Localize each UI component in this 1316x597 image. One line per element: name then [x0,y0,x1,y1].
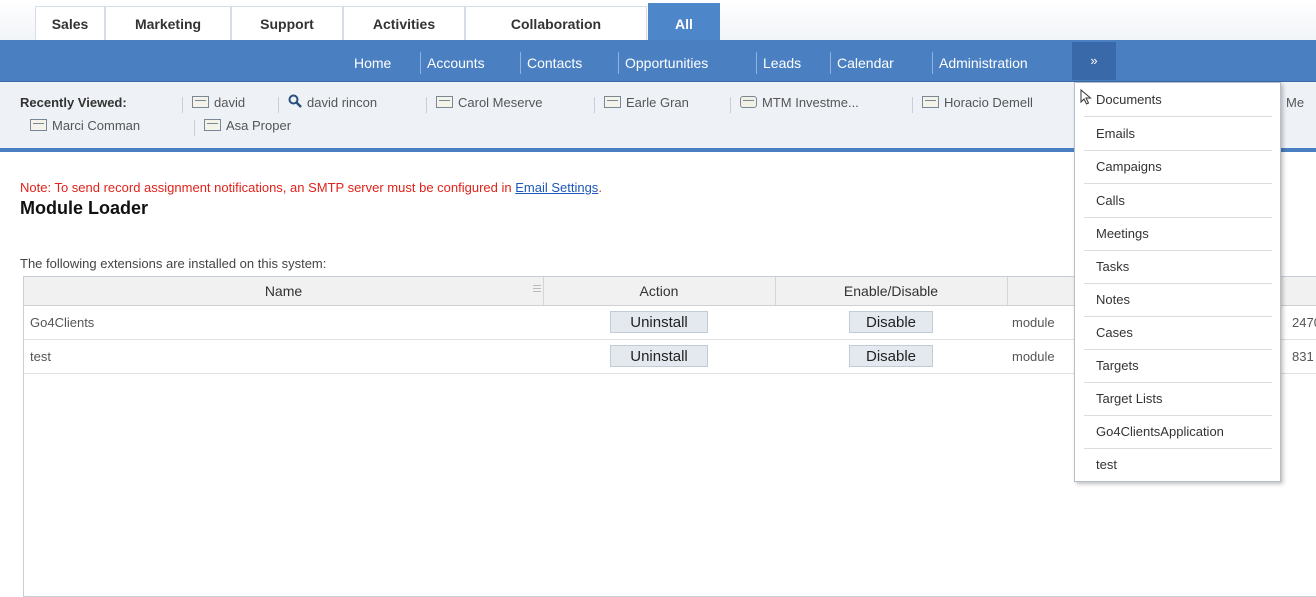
recent-item-earle-gran[interactable]: Earle Gran [604,94,689,112]
column-header-name[interactable]: Name [24,277,543,305]
mouse-pointer-icon [1080,89,1092,105]
recent-item-me[interactable]: Me [1286,94,1304,112]
menu-item-calls[interactable]: Calls [1084,184,1272,218]
extension-type: module [1012,349,1055,364]
group-tab-support[interactable]: Support [231,6,343,40]
group-tab-collaboration[interactable]: Collaboration [465,6,647,40]
recent-item-label: Carol Meserve [458,95,543,110]
divider [278,97,279,113]
folder-icon [604,96,621,108]
recent-item-label: Asa Proper [226,118,292,133]
recent-item-david-rincon[interactable]: david rincon [288,94,377,112]
extension-name: Go4Clients [30,315,95,330]
column-divider[interactable] [1007,277,1008,305]
module-tab-home[interactable]: Home [348,52,397,74]
extension-name: test [30,349,51,364]
menu-item-tasks[interactable]: Tasks [1084,250,1272,284]
divider [594,97,595,113]
page-title: Module Loader [20,198,149,218]
folder-icon [30,119,47,131]
recent-item-david[interactable]: david [192,94,245,112]
menu-item-go4clientsapplication[interactable]: Go4ClientsApplication [1084,415,1272,449]
smtp-note-suffix: . [598,180,602,195]
recent-item-carol-meserve[interactable]: Carol Meserve [436,94,543,112]
recent-item-label: Horacio Demell [944,95,1033,110]
folder-icon [204,119,221,131]
recent-item-label: Me [1286,95,1305,110]
smtp-note: Note: To send record assignment notifica… [20,180,602,195]
uninstall-button[interactable]: Uninstall [610,345,708,367]
smtp-note-text: Note: To send record assignment notifica… [20,180,516,195]
module-tab-contacts[interactable]: Contacts [520,52,588,74]
group-tab-sales[interactable]: Sales [35,6,105,40]
column-menu-icon[interactable] [533,285,541,296]
menu-item-target-lists[interactable]: Target Lists [1084,382,1272,416]
menu-item-test[interactable]: test [1084,448,1272,482]
recent-item-label: Marci Comman [52,118,141,133]
group-tab-activities[interactable]: Activities [343,6,465,40]
recent-item-label: david rincon [307,95,378,110]
divider [730,97,731,113]
module-nav-bar: Home Accounts Contacts Opportunities Lea… [0,40,1316,82]
module-tab-opportunities[interactable]: Opportunities [618,52,714,74]
folder-icon [436,96,453,108]
double-chevron-right-icon: » [1090,53,1098,68]
disable-button[interactable]: Disable [849,345,933,367]
menu-item-targets[interactable]: Targets [1084,349,1272,383]
recent-item-label: MTM Investme... [762,95,859,110]
recently-viewed-label: Recently Viewed: [20,95,127,110]
email-settings-link[interactable]: Email Settings [515,180,598,195]
extensions-intro: The following extensions are installed o… [20,256,327,271]
recent-item-marci-comman[interactable]: Marci Comman [30,117,140,135]
extension-id: 831 [1292,349,1314,364]
extension-type: module [1012,315,1055,330]
magnifier-icon [288,94,302,108]
menu-item-campaigns[interactable]: Campaigns [1084,150,1272,184]
module-tab-calendar[interactable]: Calendar [830,52,900,74]
menu-item-meetings[interactable]: Meetings [1084,217,1272,251]
recent-item-label: Earle Gran [626,95,689,110]
menu-item-cases[interactable]: Cases [1084,316,1272,350]
menu-item-documents[interactable]: Documents [1084,83,1272,117]
group-tab-bar: Sales Marketing Support Activities Colla… [0,0,1316,40]
folder-icon [922,96,939,108]
account-icon [740,96,757,108]
column-header-action[interactable]: Action [543,277,775,305]
recent-item-asa-proper[interactable]: Asa Proper [204,117,291,135]
recent-item-mtm-investme[interactable]: MTM Investme... [740,94,859,112]
group-tab-all[interactable]: All [648,3,720,40]
recent-item-horacio-demell[interactable]: Horacio Demell [922,94,1033,112]
menu-item-emails[interactable]: Emails [1084,117,1272,151]
divider [912,97,913,113]
disable-button[interactable]: Disable [849,311,933,333]
column-header-enable-disable[interactable]: Enable/Disable [775,277,1007,305]
module-tab-leads[interactable]: Leads [756,52,807,74]
uninstall-button[interactable]: Uninstall [610,311,708,333]
divider [194,120,195,136]
more-modules-menu: Documents Emails Campaigns Calls Meeting… [1074,82,1281,482]
menu-item-notes[interactable]: Notes [1084,283,1272,317]
divider [426,97,427,113]
group-tab-marketing[interactable]: Marketing [105,6,231,40]
extension-id: 2470 [1292,315,1316,330]
module-tab-administration[interactable]: Administration [932,52,1034,74]
folder-icon [192,96,209,108]
recent-item-label: david [214,95,246,110]
module-tab-accounts[interactable]: Accounts [420,52,491,74]
more-modules-button[interactable]: » [1072,42,1116,80]
divider [182,97,183,113]
